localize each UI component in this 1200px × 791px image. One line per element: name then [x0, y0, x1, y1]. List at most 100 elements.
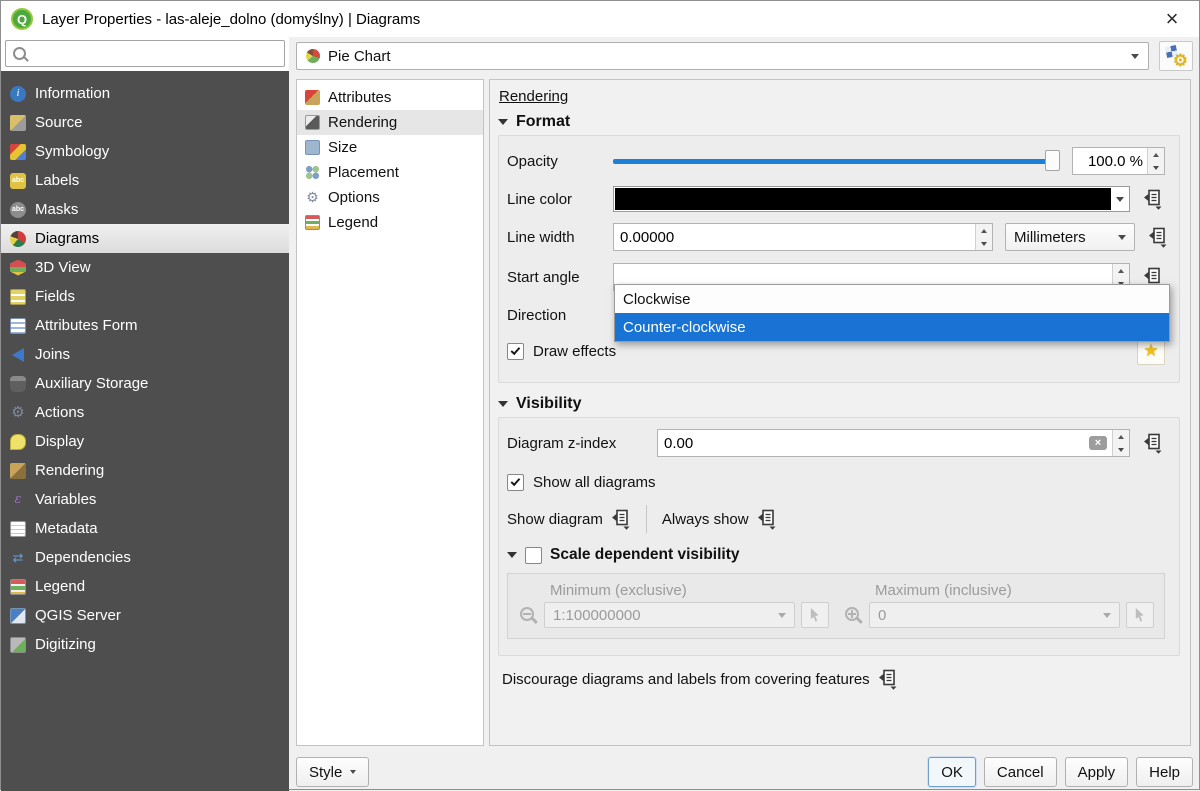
auto-placement-settings-button[interactable]: ⚙ [1159, 41, 1193, 71]
opacity-slider-handle[interactable] [1045, 150, 1060, 171]
direction-option-clockwise[interactable]: Clockwise [615, 285, 1169, 313]
sidebar-item-rendering[interactable]: Rendering [1, 456, 289, 485]
rendering-icon [10, 463, 26, 479]
metadata-icon [10, 521, 26, 537]
ok-button[interactable]: OK [928, 757, 976, 787]
style-button[interactable]: Style [296, 757, 369, 787]
minimum-scale-select: 1:100000000 [544, 602, 795, 628]
diagram-type-row: Pie Chart ⚙ [296, 41, 1193, 71]
map-cursor-icon [1134, 608, 1146, 622]
z-index-row: Diagram z-index × [507, 428, 1165, 458]
spin-up-button[interactable] [976, 224, 992, 237]
help-button[interactable]: Help [1136, 757, 1193, 787]
actions-icon: ⚙ [10, 405, 26, 421]
chevron-down-icon [778, 613, 786, 618]
scale-dependent-header[interactable]: Scale dependent visibility [507, 542, 1165, 568]
sidebar-item-actions[interactable]: ⚙ Actions [1, 398, 289, 427]
sidebar-item-dependencies[interactable]: ⇄ Dependencies [1, 543, 289, 572]
sidebar-item-qgis-server[interactable]: QGIS Server [1, 601, 289, 630]
tab-legend[interactable]: Legend [297, 210, 483, 235]
collapse-arrow-icon [507, 552, 517, 558]
line-width-input[interactable] [614, 224, 975, 250]
sidebar-item-metadata[interactable]: Metadata [1, 514, 289, 543]
search-input[interactable] [28, 43, 284, 65]
dialog-footer: Style OK Cancel Apply Help [289, 753, 1200, 791]
opacity-label: Opacity [507, 153, 613, 170]
sidebar-item-3d-view[interactable]: 3D View [1, 253, 289, 282]
scale-dependent-checkbox[interactable] [525, 547, 542, 564]
sidebar-item-source[interactable]: Source [1, 108, 289, 137]
data-defined-override-icon[interactable] [609, 508, 631, 530]
tab-rendering[interactable]: Rendering [297, 110, 483, 135]
diagram-type-select[interactable]: Pie Chart [296, 42, 1149, 70]
data-defined-override-icon[interactable] [1146, 226, 1168, 248]
spin-down-button[interactable] [976, 237, 992, 250]
tab-placement[interactable]: Placement [297, 160, 483, 185]
chevron-down-icon [1131, 54, 1139, 59]
draw-effects-checkbox[interactable] [507, 343, 524, 360]
data-defined-override-icon[interactable] [1141, 188, 1163, 210]
variables-icon: ε [10, 492, 26, 508]
qgis-server-icon [10, 608, 26, 624]
opacity-spinbox [1072, 147, 1165, 175]
display-icon [10, 434, 26, 450]
joins-icon [10, 347, 26, 363]
chevron-down-icon [1116, 197, 1124, 202]
format-section-header[interactable]: Format [498, 113, 1180, 131]
sidebar-item-masks[interactable]: abc Masks [1, 195, 289, 224]
sidebar-item-attributes-form[interactable]: Attributes Form [1, 311, 289, 340]
cancel-button[interactable]: Cancel [984, 757, 1057, 787]
line-color-row: Line color [507, 184, 1165, 214]
sidebar-item-fields[interactable]: Fields [1, 282, 289, 311]
search-box[interactable] [5, 40, 285, 67]
layer-properties-dialog: Q Layer Properties - las-aleje_dolno (do… [0, 0, 1200, 790]
tab-size[interactable]: Size [297, 135, 483, 160]
scale-dependent-label: Scale dependent visibility [550, 546, 740, 564]
color-dropdown-arrow[interactable] [1111, 188, 1128, 210]
scale-range-box: Minimum (exclusive) Maximum (inclusive) … [507, 573, 1165, 639]
sidebar-item-auxiliary-storage[interactable]: Auxiliary Storage [1, 369, 289, 398]
spin-up-button[interactable] [1113, 430, 1129, 443]
spin-up-button[interactable] [1113, 264, 1129, 277]
spin-up-button[interactable] [1148, 148, 1164, 161]
sidebar-item-labels[interactable]: abc Labels [1, 166, 289, 195]
data-defined-override-icon[interactable] [1141, 432, 1163, 454]
sidebar-item-joins[interactable]: Joins [1, 340, 289, 369]
sidebar-item-symbology[interactable]: Symbology [1, 137, 289, 166]
legend-tab-icon [305, 215, 320, 230]
clear-value-icon[interactable]: × [1089, 436, 1107, 450]
tab-options[interactable]: ⚙ Options [297, 185, 483, 210]
check-icon [511, 476, 521, 486]
opacity-input[interactable] [1073, 148, 1147, 174]
collapse-arrow-icon [498, 119, 508, 125]
spin-down-button[interactable] [1113, 443, 1129, 456]
arrow-down-icon [1153, 166, 1159, 170]
sidebar-item-diagrams[interactable]: Diagrams [1, 224, 289, 253]
line-color-button[interactable] [613, 186, 1130, 212]
arrow-down-icon [1118, 448, 1124, 452]
show-all-diagrams-checkbox[interactable] [507, 474, 524, 491]
sidebar-item-display[interactable]: Display [1, 427, 289, 456]
sidebar-item-variables[interactable]: ε Variables [1, 485, 289, 514]
attributes-tab-icon [305, 90, 320, 105]
data-defined-override-icon[interactable] [755, 508, 777, 530]
visibility-section-header[interactable]: Visibility [498, 395, 1180, 413]
direction-option-counter-clockwise[interactable]: Counter-clockwise [615, 313, 1169, 341]
line-width-unit-select[interactable]: Millimeters [1005, 223, 1135, 251]
tab-attributes[interactable]: Attributes [297, 85, 483, 110]
apply-button[interactable]: Apply [1065, 757, 1129, 787]
attributes-form-icon [10, 318, 26, 334]
spin-down-button[interactable] [1148, 161, 1164, 174]
direction-dropdown-popup: Clockwise Counter-clockwise [614, 284, 1170, 342]
close-icon[interactable]: × [1155, 6, 1189, 32]
sidebar-item-information[interactable]: i Information [1, 79, 289, 108]
symbology-icon [10, 144, 26, 160]
sidebar-item-digitizing[interactable]: Digitizing [1, 630, 289, 659]
data-defined-override-icon[interactable] [876, 668, 898, 690]
line-width-label: Line width [507, 229, 613, 246]
opacity-slider[interactable] [613, 146, 1060, 176]
z-index-input[interactable] [658, 430, 1089, 456]
maximum-scale-select: 0 [869, 602, 1120, 628]
sidebar-item-legend[interactable]: Legend [1, 572, 289, 601]
legend-icon [10, 579, 26, 595]
